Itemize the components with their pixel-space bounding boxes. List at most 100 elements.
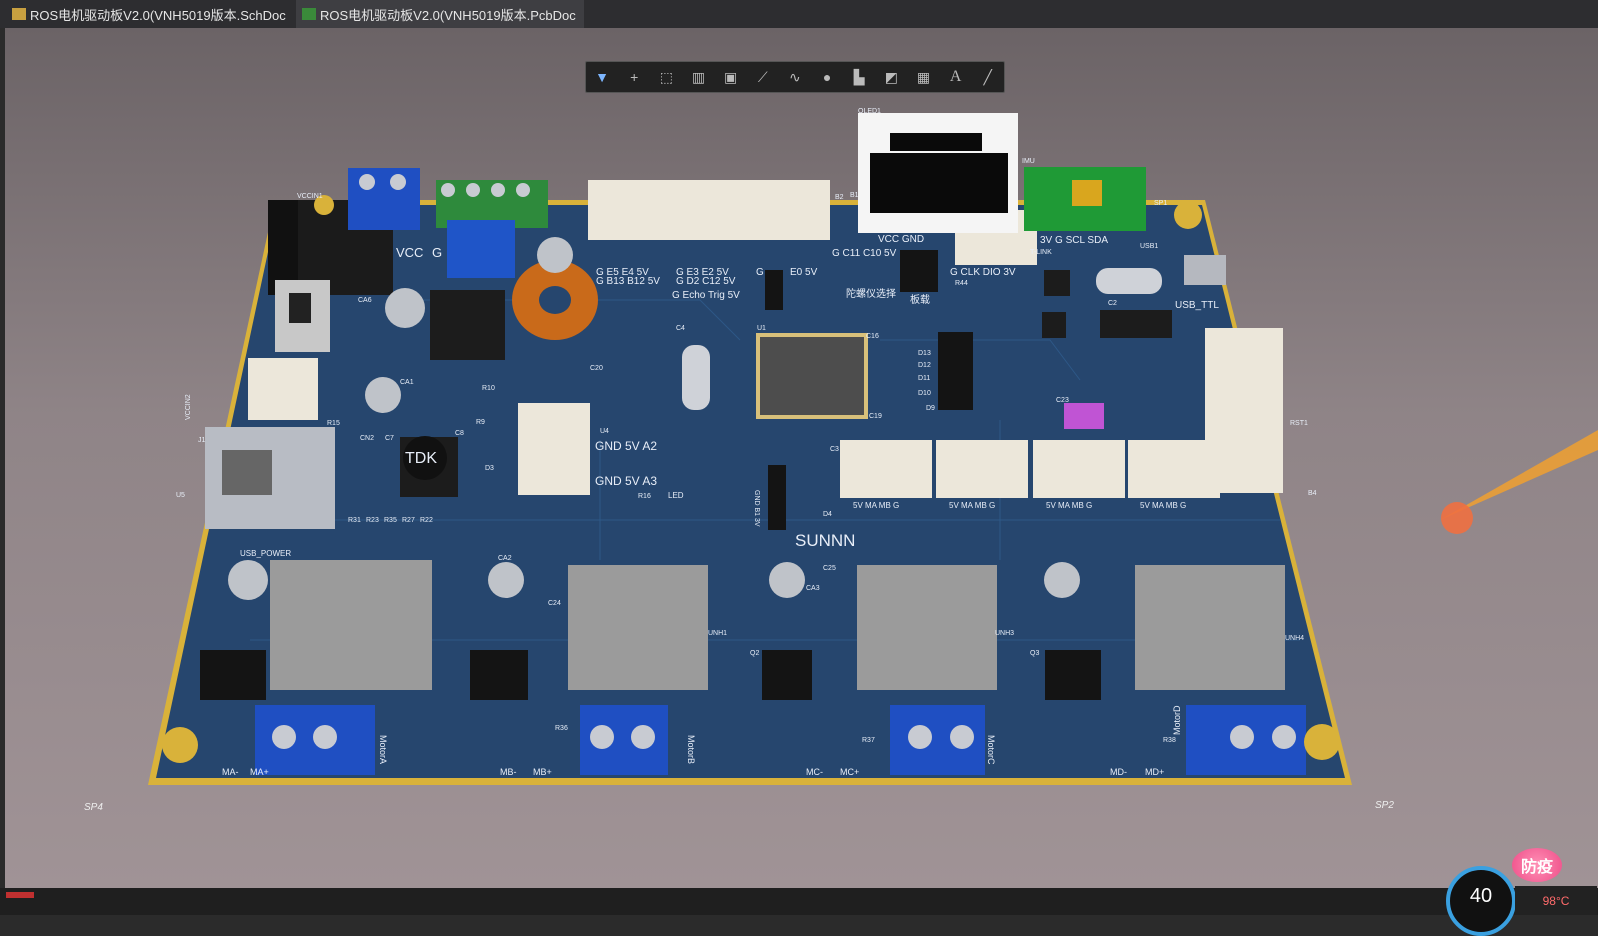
hdr-label-a3: GND 5V A3 bbox=[595, 474, 657, 488]
ref-d4: D4 bbox=[823, 511, 832, 518]
align-icon[interactable]: ▥ bbox=[687, 66, 709, 88]
ref-oled1: OLED1 bbox=[858, 108, 881, 115]
fill-icon[interactable]: ▙ bbox=[848, 66, 870, 88]
ref-c2: C2 bbox=[1108, 300, 1117, 307]
ref-c3: C3 bbox=[830, 446, 839, 453]
power-terminal bbox=[348, 168, 420, 230]
hdr-label-3a: G bbox=[756, 267, 764, 278]
tab-pcb[interactable]: ROS电机驱动板V2.0(VNH5019版本.PcbDoc bbox=[296, 0, 584, 28]
view-toolbar: ▼ + ⬚ ▥ ▣ ⟋ ∿ ● ▙ ◩ ▦ A ╱ bbox=[585, 61, 1005, 93]
ref-sp1: SP1 bbox=[1154, 200, 1167, 207]
ref-r9: R9 bbox=[476, 419, 485, 426]
hdr-label-swd: G CLK DIO 3V bbox=[950, 267, 1016, 278]
ref-unh4: UNH4 bbox=[1285, 635, 1304, 642]
ref-u1: U1 bbox=[757, 325, 766, 332]
tab-schematic[interactable]: ROS电机驱动板V2.0(VNH5019版本.SchDoc bbox=[6, 0, 294, 28]
ref-c19: C19 bbox=[869, 413, 882, 420]
ref-b4: B4 bbox=[1308, 490, 1317, 497]
ref-c16: C16 bbox=[866, 333, 879, 340]
term-mc-minus: MC- bbox=[806, 767, 823, 777]
ref-r23: R23 bbox=[366, 517, 379, 524]
temperature-readout: 98°C bbox=[1515, 886, 1597, 915]
hdr-label-echo: G Echo Trig 5V bbox=[672, 290, 740, 301]
ref-imu: IMU bbox=[1022, 158, 1035, 165]
corner-label-sp4: SP4 bbox=[84, 802, 103, 813]
term-mb-minus: MB- bbox=[500, 767, 517, 777]
pad-icon[interactable]: ● bbox=[816, 66, 838, 88]
regulator-ic bbox=[430, 290, 505, 360]
route-icon[interactable]: ⟋ bbox=[752, 66, 774, 88]
ref-c23: C23 bbox=[1056, 397, 1069, 404]
filter-icon[interactable]: ▼ bbox=[591, 66, 613, 88]
component-icon[interactable]: ▣ bbox=[720, 66, 742, 88]
pcb-3d-viewport[interactable]: TDK SUNNN G E5 E4 5V G B13 B12 5V G E3 E… bbox=[5, 28, 1598, 888]
ref-d9: D9 bbox=[926, 405, 935, 412]
ref-ca6: CA6 bbox=[358, 297, 372, 304]
ref-unh3: UNH3 bbox=[995, 630, 1014, 637]
ref-r15: R15 bbox=[327, 420, 340, 427]
ref-ca1: CA1 bbox=[400, 379, 414, 386]
ref-r16: R16 bbox=[638, 493, 651, 500]
motor-pins-1: 5V MA MB G bbox=[853, 501, 899, 510]
term-ma-minus: MA- bbox=[222, 767, 239, 777]
term-mb-plus: MB+ bbox=[533, 767, 552, 777]
tab-pcb-label: ROS电机驱动板V2.0(VNH5019版本.PcbDoc bbox=[320, 7, 576, 23]
ref-b1: B1 bbox=[850, 192, 859, 199]
cap-ca4 bbox=[1044, 562, 1080, 598]
line-icon[interactable]: ╱ bbox=[977, 66, 999, 88]
term-mc-plus: MC+ bbox=[840, 767, 859, 777]
term-md-plus: MD+ bbox=[1145, 767, 1164, 777]
document-tab-bar: ROS电机驱动板V2.0(VNH5019版本.SchDoc ROS电机驱动板V2… bbox=[0, 0, 1598, 28]
region-icon[interactable]: ◩ bbox=[880, 66, 902, 88]
hdr-label-2b: G D2 C12 5V bbox=[676, 276, 736, 287]
motor-label-b: MotorB bbox=[686, 735, 696, 764]
hdr-label-c11: G C11 C10 5V bbox=[832, 248, 897, 259]
term-ma-plus: MA+ bbox=[250, 767, 269, 777]
ref-q2: Q2 bbox=[750, 650, 759, 657]
ref-d13: D13 bbox=[918, 350, 931, 357]
cap-top bbox=[537, 237, 573, 273]
motor-label-d: MotorD bbox=[1172, 705, 1182, 735]
cap-ca2 bbox=[488, 562, 524, 598]
ref-j1: J1 bbox=[198, 437, 206, 444]
motor-label-a: MotorA bbox=[378, 735, 388, 764]
hdr-label-usb-ttl: USB_TTL bbox=[1175, 300, 1219, 311]
gyro-jumper bbox=[900, 250, 938, 292]
wave-icon[interactable]: ∿ bbox=[784, 66, 806, 88]
ref-tlink: T-LINK bbox=[1030, 249, 1052, 256]
usb-micro bbox=[1184, 255, 1226, 285]
ref-d3: D3 bbox=[485, 465, 494, 472]
ref-c4: C4 bbox=[676, 325, 685, 332]
ref-c24: C24 bbox=[548, 600, 561, 607]
hdr-label-imu: 3V G SCL SDA bbox=[1040, 235, 1108, 246]
select-rect-icon[interactable]: ⬚ bbox=[655, 66, 677, 88]
ref-q3: Q3 bbox=[1030, 650, 1039, 657]
motor-label-c: MotorC bbox=[986, 735, 996, 765]
term-md-minus: MD- bbox=[1110, 767, 1127, 777]
ref-c25: C25 bbox=[823, 565, 836, 572]
ref-usb1: USB1 bbox=[1140, 243, 1158, 250]
ref-c7: C7 bbox=[385, 435, 394, 442]
silk-logo: SUNNN bbox=[795, 531, 855, 550]
ref-c20: C20 bbox=[590, 365, 603, 372]
pcb-board-3d[interactable]: TDK SUNNN G E5 E4 5V G B13 B12 5V G E3 E… bbox=[5, 28, 1598, 888]
ref-r44: R44 bbox=[955, 280, 968, 287]
ref-r37: R37 bbox=[862, 737, 875, 744]
cross-icon[interactable]: + bbox=[623, 66, 645, 88]
chart-icon[interactable]: ▦ bbox=[912, 66, 934, 88]
text-icon[interactable]: A bbox=[945, 66, 967, 88]
ref-r35: R35 bbox=[384, 517, 397, 524]
cap-ca6 bbox=[385, 288, 425, 328]
anti-epidemic-badge[interactable]: 防疫 bbox=[1512, 848, 1562, 882]
tdk-label: TDK bbox=[405, 450, 437, 467]
ref-vccin2: VCCIN2 bbox=[185, 394, 192, 420]
motor-pins-3: 5V MA MB G bbox=[1046, 501, 1092, 510]
hdr-label-gyro: 陀螺仪选择 bbox=[846, 287, 896, 300]
hdr-label-1b: G B13 B12 5V bbox=[596, 276, 660, 287]
ref-c8: C8 bbox=[455, 430, 464, 437]
hdr-label-gnd-b1: GND B1 3V bbox=[753, 490, 760, 527]
hdr-label-3b: E0 5V bbox=[790, 267, 818, 278]
cap-ca1 bbox=[365, 377, 401, 413]
cap-ca3 bbox=[769, 562, 805, 598]
ref-r36: R36 bbox=[555, 725, 568, 732]
